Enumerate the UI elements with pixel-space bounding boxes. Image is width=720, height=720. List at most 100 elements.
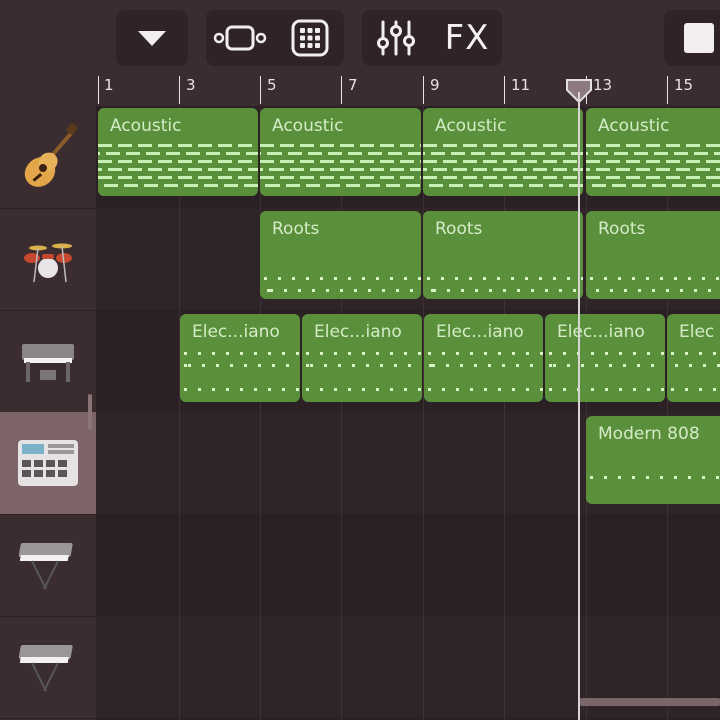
midi-notes [671, 364, 720, 367]
bar-number: 1 [104, 76, 114, 94]
midi-notes [586, 144, 720, 147]
track-header-acoustic-guitar[interactable] [0, 106, 96, 209]
region-label: Acoustic [272, 116, 344, 136]
mix-fx-group: FX [362, 10, 502, 66]
midi-notes [549, 364, 665, 367]
ruler-tick [341, 76, 342, 104]
midi-notes [590, 277, 720, 280]
track-header-column [0, 106, 96, 720]
midi-notes [98, 168, 258, 171]
stop-icon [684, 23, 714, 53]
bar-ruler[interactable]: 1 3 5 7 9 11 13 15 [96, 76, 720, 106]
region-label: Modern 808 [598, 424, 700, 444]
beat-sequencer-icon [18, 440, 78, 486]
region-acoustic[interactable]: Acoustic [260, 108, 421, 196]
midi-notes [427, 289, 583, 292]
tracks-timeline[interactable]: Acoustic Acoustic Acoustic Acoustic Root… [96, 106, 720, 720]
region-label: Roots [598, 219, 646, 239]
midi-notes [586, 176, 720, 179]
midi-notes [260, 168, 421, 171]
midi-notes [586, 168, 720, 171]
region-electric-piano[interactable]: Elec [667, 314, 720, 402]
track-header-synth-2[interactable] [0, 616, 96, 719]
midi-notes [428, 352, 543, 355]
bar-gridline [179, 106, 180, 720]
midi-notes [264, 289, 421, 292]
midi-notes [98, 176, 258, 179]
track-header-drums[interactable] [0, 208, 96, 311]
bar-gridline [504, 106, 505, 720]
horizontal-scrollbar[interactable] [580, 698, 720, 706]
bar-number: 13 [593, 76, 613, 94]
bar-gridline [260, 106, 261, 720]
midi-notes [423, 176, 583, 179]
midi-notes [427, 277, 583, 280]
track-list-scroll-indicator[interactable] [88, 394, 92, 430]
midi-notes [549, 352, 665, 355]
midi-notes [306, 352, 422, 355]
midi-notes [590, 476, 720, 479]
region-acoustic[interactable]: Acoustic [98, 108, 258, 196]
region-roots[interactable]: Roots [423, 211, 583, 299]
midi-notes [586, 184, 720, 187]
midi-notes [423, 160, 583, 163]
ruler-tick [423, 76, 424, 104]
chevron-down-icon [138, 31, 166, 46]
ruler-tick [98, 76, 99, 104]
electric-piano-icon [22, 344, 74, 382]
track-header-beat-sequencer[interactable] [0, 412, 96, 515]
region-electric-piano[interactable]: Elec...iano [180, 314, 300, 402]
region-label: Acoustic [598, 116, 670, 136]
region-electric-piano[interactable]: Elec...iano [545, 314, 665, 402]
region-label: Elec...iano [557, 322, 645, 342]
fx-button[interactable]: FX [432, 10, 502, 66]
midi-notes [423, 152, 583, 155]
ruler-tick [667, 76, 668, 104]
mixer-button[interactable] [362, 10, 430, 66]
bar-gridline [423, 106, 424, 720]
midi-notes [586, 152, 720, 155]
tracks-view-button[interactable] [206, 10, 274, 66]
grid-view-button[interactable] [276, 10, 344, 66]
region-acoustic[interactable]: Acoustic [586, 108, 720, 196]
synth-keyboard-icon [18, 645, 73, 692]
region-acoustic[interactable]: Acoustic [423, 108, 583, 196]
region-label: Roots [435, 219, 483, 239]
ruler-corner [0, 76, 96, 106]
grid-icon [291, 19, 329, 57]
drum-kit-icon [24, 243, 72, 283]
region-roots[interactable]: Roots [260, 211, 421, 299]
region-electric-piano[interactable]: Elec...iano [424, 314, 543, 402]
midi-notes [306, 388, 422, 391]
ruler-tick [260, 76, 261, 104]
top-toolbar: FX [0, 0, 720, 76]
track-header-electric-piano[interactable] [0, 310, 96, 413]
track-settings-dropdown-button[interactable] [116, 10, 188, 66]
midi-notes [423, 168, 583, 171]
midi-notes [428, 364, 543, 367]
bar-number: 3 [186, 76, 196, 94]
bar-gridline [586, 106, 587, 720]
region-roots[interactable]: Roots [586, 211, 720, 299]
region-label: Elec...iano [314, 322, 402, 342]
region-label: Elec...iano [436, 322, 524, 342]
midi-notes [98, 144, 258, 147]
acoustic-guitar-icon [24, 123, 78, 187]
midi-notes [586, 160, 720, 163]
region-label: Elec [679, 322, 715, 342]
midi-notes [184, 388, 300, 391]
fx-label: FX [444, 18, 490, 58]
bar-number: 9 [430, 76, 440, 94]
region-electric-piano[interactable]: Elec...iano [302, 314, 422, 402]
bar-number: 5 [267, 76, 277, 94]
midi-notes [184, 364, 300, 367]
tracks-view-icon [213, 25, 267, 51]
playhead[interactable] [578, 92, 580, 720]
track-header-synth-1[interactable] [0, 514, 96, 617]
region-modern-808[interactable]: Modern 808 [586, 416, 720, 504]
region-label: Roots [272, 219, 320, 239]
midi-notes [98, 160, 258, 163]
stop-button[interactable] [664, 10, 720, 66]
bar-gridline [667, 106, 668, 720]
midi-notes [260, 144, 421, 147]
